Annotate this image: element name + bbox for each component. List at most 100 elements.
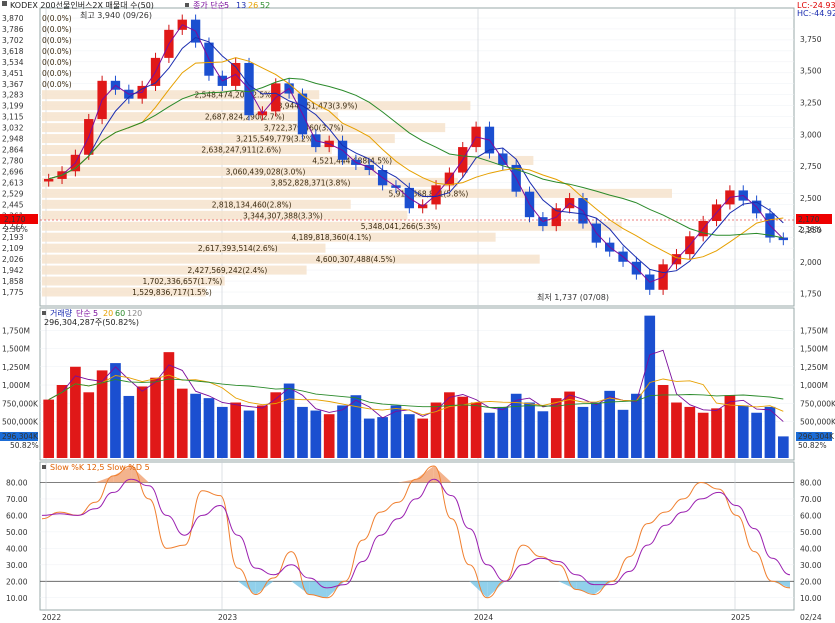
current-change-right: 2.36% — [798, 225, 822, 234]
volume-title: 거래량 — [50, 308, 73, 318]
ma-period-1: 5 — [224, 1, 229, 10]
x-axis-label: 2022 — [42, 613, 61, 622]
vol-ma-4: 120 — [127, 309, 142, 318]
vol-ma-2: 20 — [103, 309, 113, 318]
volume-bar — [751, 412, 762, 458]
stoch-tick-right: 80.00 — [800, 478, 822, 487]
volume-profile-label: 3,060,439,028(3.0%) — [226, 167, 306, 176]
stoch-menu-icon[interactable] — [42, 465, 46, 469]
volume-tick-left: 1,000M — [2, 381, 30, 390]
volume-bar — [216, 406, 228, 458]
price-tick-left: 3,870 — [2, 14, 24, 23]
stoch-tick-right: 70.00 — [800, 495, 822, 504]
last-date-label: 02/24 — [800, 613, 822, 622]
stoch-title: Slow %K 12,5 Slow %D 5 — [50, 463, 150, 472]
volume-bar — [631, 393, 642, 458]
volume-bar — [56, 385, 68, 458]
volume-tick-right: 1,250M — [800, 363, 828, 372]
volume-bar — [123, 395, 135, 458]
volume-current-left: 296,304K — [2, 432, 39, 441]
stoch-tick-left: 50.00 — [6, 528, 28, 537]
ma-period-3: 26 — [248, 1, 258, 10]
price-tick-left: 3,702 — [2, 36, 24, 45]
candle-body — [44, 178, 54, 182]
volume-profile-label: 0(0.0%) — [42, 14, 72, 23]
volume-bar — [363, 418, 375, 458]
price-tick-left: 2,193 — [2, 233, 24, 242]
current-price-right: 2,170 — [798, 215, 820, 224]
volume-profile-label: 2,638,247,911(2.6%) — [201, 146, 281, 155]
price-tick-left: 2,026 — [2, 255, 24, 264]
volume-bar — [764, 406, 776, 458]
volume-bar — [590, 402, 602, 458]
volume-bar — [537, 411, 549, 458]
volume-bar — [657, 385, 669, 458]
stochastic-panel[interactable] — [39, 461, 795, 611]
volume-bar — [484, 412, 495, 458]
volume-profile-label: 2,617,393,514(2.6%) — [198, 244, 278, 253]
volume-profile-label: 2,427,569,242(2.4%) — [188, 266, 268, 275]
volume-bar — [417, 418, 429, 458]
volume-pct-left: 50.82% — [10, 441, 39, 450]
volume-profile-label: 3,344,307,388(3.3%) — [243, 211, 323, 220]
volume-menu-icon[interactable] — [42, 311, 46, 315]
volume-profile-label: 4,600,307,488(4.5%) — [316, 255, 396, 264]
volume-tick-left: 750,000K — [2, 399, 39, 408]
price-tick-left: 3,032 — [2, 124, 24, 133]
ma-menu-icon[interactable] — [185, 3, 189, 7]
volume-tick-left: 500,000K — [2, 418, 39, 427]
volume-bar — [737, 405, 749, 458]
panel-menu-icon[interactable] — [2, 1, 7, 6]
volume-tick-right: 500,000K — [800, 418, 835, 427]
volume-bar — [350, 395, 362, 458]
stoch-tick-left: 40.00 — [6, 544, 28, 553]
candle-body — [778, 237, 788, 241]
volume-bar — [617, 409, 629, 458]
volume-tick-left: 1,250M — [2, 363, 30, 372]
volume-bar — [444, 392, 455, 458]
volume-bar — [337, 405, 348, 458]
current-price-left: 2,170 — [4, 215, 26, 224]
volume-profile-label: 1,529,836,717(1.5%) — [132, 288, 212, 297]
price-tick-left: 2,109 — [2, 244, 24, 253]
stoch-tick-left: 70.00 — [6, 495, 28, 504]
volume-current: 296,304,287주(50.82%) — [44, 318, 139, 327]
price-tick-left: 3,367 — [2, 80, 24, 89]
volume-bar — [457, 396, 469, 458]
high-annotation: 최고 3,940 (09/26) — [80, 10, 152, 20]
stoch-tick-right: 30.00 — [800, 561, 822, 570]
volume-profile-label: 4,189,818,360(4.1%) — [291, 233, 371, 242]
volume-profile-label: 0(0.0%) — [42, 69, 72, 78]
volume-tick-left: 1,500M — [2, 345, 30, 354]
volume-profile-bar — [42, 232, 496, 242]
x-axis-label: 2025 — [731, 613, 750, 622]
volume-profile-label: 0(0.0%) — [42, 80, 72, 89]
volume-bar — [524, 402, 535, 458]
stoch-tick-right: 20.00 — [800, 577, 822, 586]
volume-profile-label: 0(0.0%) — [42, 47, 72, 56]
volume-bar — [577, 406, 589, 458]
price-tick-right: 3,500 — [800, 67, 822, 76]
price-tick-left: 3,115 — [2, 113, 24, 122]
price-tick-left: 2,780 — [2, 156, 24, 165]
volume-tick-right: 1,750M — [800, 326, 828, 335]
price-tick-right: 3,250 — [800, 98, 822, 107]
ma-period-2: 13 — [236, 1, 246, 10]
price-tick-right: 1,750 — [800, 290, 822, 299]
chart-title: KODEX 200선물인버스2X 매물대 수(50) — [10, 0, 154, 10]
volume-tick-left: 1,750M — [2, 326, 30, 335]
volume-bar — [203, 398, 215, 458]
volume-profile-bar — [42, 199, 351, 209]
volume-bar — [243, 410, 255, 458]
stoch-tick-right: 50.00 — [800, 528, 822, 537]
volume-profile-label: 1,702,336,657(1.7%) — [142, 277, 222, 286]
volume-bar — [671, 402, 682, 458]
volume-bar — [310, 410, 322, 458]
volume-tick-right: 750,000K — [800, 399, 835, 408]
price-tick-left: 1,775 — [2, 288, 24, 297]
price-tick-right: 2,000 — [800, 258, 822, 267]
volume-tick-right: 1,500M — [800, 345, 828, 354]
stoch-tick-left: 30.00 — [6, 561, 28, 570]
ma-label: 종가 단순 — [193, 0, 225, 10]
x-axis-label: 2024 — [474, 613, 493, 622]
